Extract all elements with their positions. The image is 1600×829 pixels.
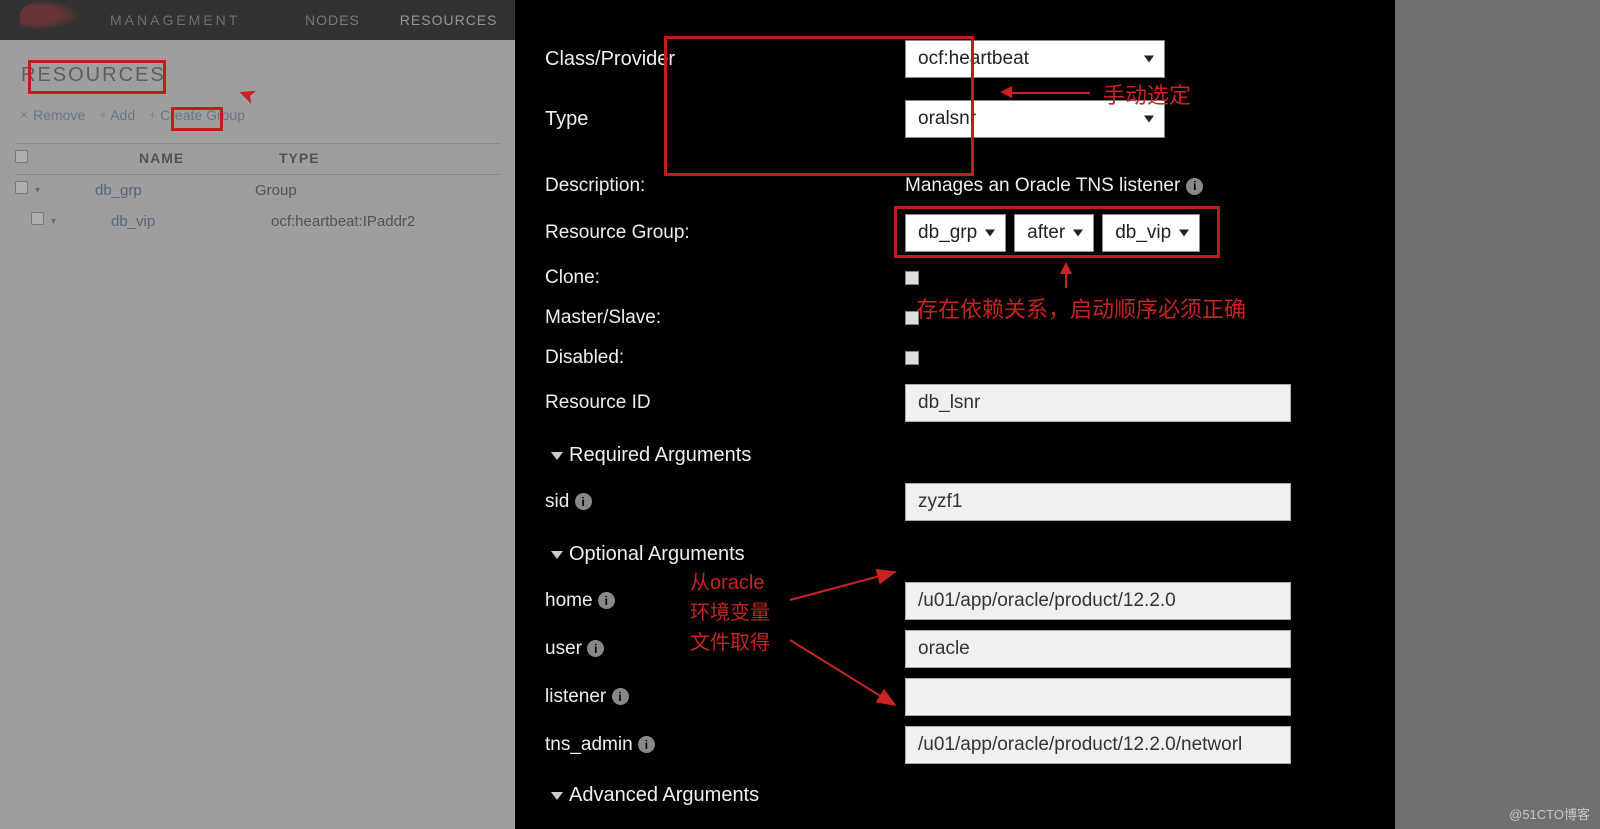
listener-input[interactable] [905,678,1291,716]
tns-admin-input[interactable] [905,726,1291,764]
info-icon[interactable]: i [612,688,629,705]
chevron-down-icon [551,792,563,800]
label-class-provider: Class/Provider [545,48,905,71]
chevron-down-icon [551,551,563,559]
watermark: @51CTO博客 [1509,804,1590,823]
label-home: home i [545,590,905,612]
row-name[interactable]: db_grp [95,182,255,199]
select-value: ocf:heartbeat [918,48,1029,70]
home-input[interactable] [905,582,1291,620]
add-resource-modal: Class/Provider ocf:heartbeat Type oralsn… [515,0,1395,829]
add-action[interactable]: + Add [95,105,139,125]
row-checkbox[interactable] [15,181,28,194]
section-advanced[interactable]: Advanced Arguments [551,784,1365,807]
select-value: after [1027,222,1065,244]
remove-action[interactable]: ✕ Remove [15,105,89,125]
section-label: Advanced Arguments [569,784,759,807]
chevron-down-icon[interactable]: ▾ [51,216,71,227]
create-group-action[interactable]: + Create Group [145,105,249,125]
x-icon: ✕ [19,108,29,122]
master-slave-checkbox[interactable] [905,311,919,325]
select-value: db_grp [918,222,977,244]
add-label: Add [110,107,135,123]
label-clone: Clone: [545,267,905,289]
logo-icon [20,0,80,30]
nav-tabs: NODES RESOURCES [285,0,517,40]
table-header: NAME TYPE [15,143,500,175]
row-checkbox[interactable] [31,212,44,225]
label-master-slave: Master/Slave: [545,307,905,329]
label-tns-admin: tns_admin i [545,734,905,756]
resource-group-select-3[interactable]: db_vip [1102,214,1200,252]
info-icon[interactable]: i [1186,178,1203,195]
page-title: RESOURCES [15,60,172,91]
section-label: Optional Arguments [569,543,745,566]
header-checkbox[interactable] [15,150,28,163]
annotation-arrow [1065,272,1067,288]
description-text: Manages an Oracle TNS listener [905,175,1180,197]
chevron-down-icon [1073,230,1083,237]
type-select[interactable]: oralsnr [905,100,1165,138]
plus-icon: + [99,108,106,122]
row-type: ocf:heartbeat:IPaddr2 [271,213,415,230]
label-resource-group: Resource Group: [545,222,905,244]
select-value: db_vip [1115,222,1171,244]
info-icon[interactable]: i [598,592,615,609]
remove-label: Remove [33,107,85,123]
chevron-down-icon [1144,56,1154,63]
create-group-label: Create Group [160,107,245,123]
th-name: NAME [49,150,279,168]
class-provider-select[interactable]: ocf:heartbeat [905,40,1165,78]
label-listener: listener i [545,686,905,708]
label-description: Description: [545,175,905,197]
label-type: Type [545,108,905,131]
disabled-checkbox[interactable] [905,351,919,365]
section-optional[interactable]: Optional Arguments [551,543,1365,566]
chevron-down-icon[interactable]: ▾ [35,185,55,196]
chevron-down-icon [551,452,563,460]
select-value: oralsnr [918,108,976,130]
chevron-down-icon [1179,230,1189,237]
section-required[interactable]: Required Arguments [551,444,1365,467]
info-icon[interactable]: i [638,736,655,753]
table-row[interactable]: ▾ db_grp Group [15,175,500,206]
page-area: RESOURCES ✕ Remove + Add + Create Group … [0,40,515,829]
row-type: Group [255,182,297,199]
chevron-down-icon [1144,116,1154,123]
resource-group-select-1[interactable]: db_grp [905,214,1006,252]
user-input[interactable] [905,630,1291,668]
label-disabled: Disabled: [545,347,905,369]
label-sid: sid i [545,491,905,513]
right-margin [1395,0,1600,829]
nav-nodes[interactable]: NODES [285,12,380,28]
th-type: TYPE [279,150,320,168]
plus-icon: + [149,108,156,122]
chevron-down-icon [985,230,995,237]
sid-input[interactable] [905,483,1291,521]
label-resource-id: Resource ID [545,392,905,414]
resource-group-select-2[interactable]: after [1014,214,1094,252]
clone-checkbox[interactable] [905,271,919,285]
action-row: ✕ Remove + Add + Create Group [15,105,500,125]
row-name[interactable]: db_vip [111,213,271,230]
info-icon[interactable]: i [575,493,592,510]
left-panel: MANAGEMENT NODES RESOURCES RESOURCES ✕ R… [0,0,515,829]
table-row[interactable]: ▾ db_vip ocf:heartbeat:IPaddr2 [15,206,500,237]
nav-resources[interactable]: RESOURCES [380,12,518,28]
label-user: user i [545,638,905,660]
info-icon[interactable]: i [587,640,604,657]
resource-id-input[interactable] [905,384,1291,422]
section-label: Required Arguments [569,444,751,467]
brand-text: MANAGEMENT [110,12,240,28]
